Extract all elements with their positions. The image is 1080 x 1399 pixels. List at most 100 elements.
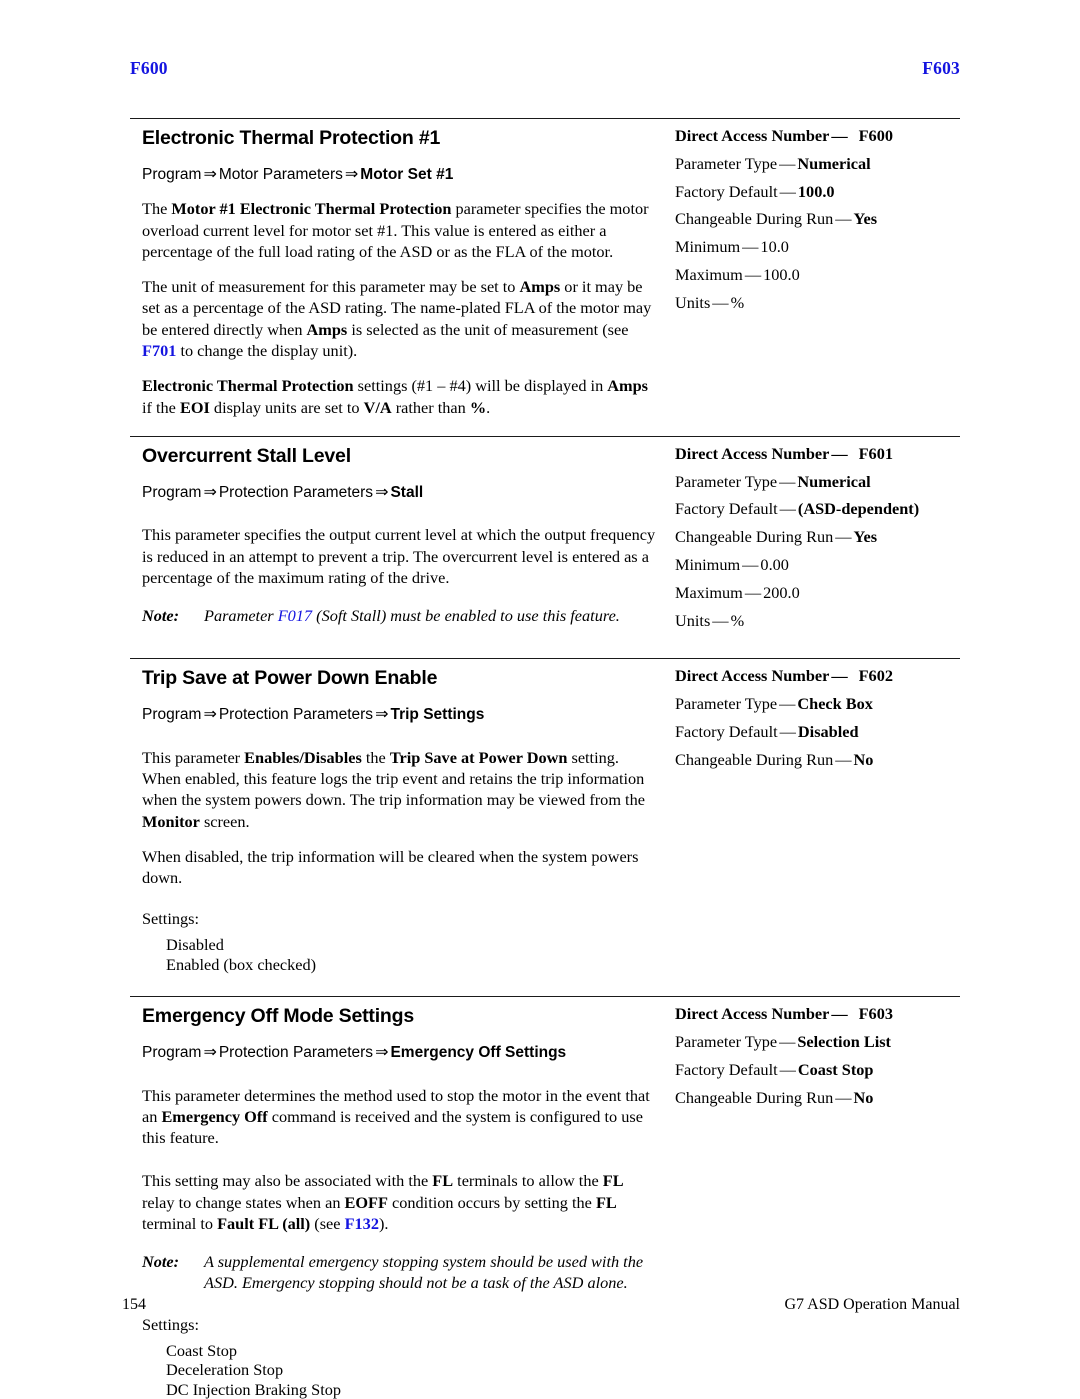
running-head-left-ref[interactable]: F600 xyxy=(130,58,168,79)
page-footer: 154 G7 ASD Operation Manual xyxy=(122,1296,960,1314)
spec-direct-access-number: Direct Access Number — F601 xyxy=(675,443,893,463)
spec-value: F601 xyxy=(858,443,893,463)
spec-key: Minimum xyxy=(675,237,741,257)
section-left-column: Overcurrent Stall Level Program ⇒ Protecti… xyxy=(130,437,658,626)
spec-key: Minimum xyxy=(675,555,741,574)
list-item: Enabled (box checked) xyxy=(166,954,317,974)
spec-row: Parameter Type — Check Box xyxy=(675,694,873,714)
spec-row: Maximum —200.0 xyxy=(675,582,800,602)
section-title: Trip Save at Power Down Enable xyxy=(142,667,438,690)
nav-arrow-icon: ⇒ xyxy=(203,1044,217,1062)
spec-value: Selection List xyxy=(797,1031,891,1051)
spec-key: Units xyxy=(675,292,711,312)
nav-last: Emergency Off Settings xyxy=(390,1044,567,1062)
spec-value: 100.0 xyxy=(763,264,800,284)
spec-direct-access-number: Direct Access Number — F600 xyxy=(675,126,893,145)
nav-arrow-icon: ⇒ xyxy=(375,483,389,501)
spec-value: F602 xyxy=(858,666,893,686)
nav-arrow-icon: ⇒ xyxy=(203,706,217,724)
paragraph: The unit of measurement for this paramet… xyxy=(142,277,652,361)
nav-arrow-icon: ⇒ xyxy=(375,1044,389,1062)
nav-middle: Protection Parameters xyxy=(218,1044,374,1062)
section-title: Emergency Off Mode Settings xyxy=(142,1005,414,1028)
paragraph: Electronic Thermal Protection settings (… xyxy=(142,376,649,417)
spec-key: Maximum xyxy=(675,582,743,602)
note-label: Note: xyxy=(142,1252,180,1272)
list-item: Deceleration Stop xyxy=(166,1360,284,1380)
section-electronic-thermal-protection: Electronic Thermal Protection #1 Program… xyxy=(130,118,960,436)
paragraph: When disabled, the trip information will… xyxy=(142,846,639,888)
list-item: Coast Stop xyxy=(166,1340,238,1360)
spec-value: % xyxy=(730,610,745,630)
spec-row: Parameter Type — Numerical xyxy=(675,153,871,173)
spec-value: Yes xyxy=(853,209,878,229)
section-spec-column: Direct Access Number — F600 Parameter Type… xyxy=(658,119,960,323)
spec-key: Units xyxy=(675,610,711,630)
spec-value: Numerical xyxy=(797,153,871,173)
nav-middle: Protection Parameters xyxy=(218,483,374,501)
spec-row: Units —% xyxy=(675,292,745,312)
spec-key: Parameter Type xyxy=(675,1031,778,1051)
manual-page: F600 F603 Electronic Thermal Protection … xyxy=(0,0,1080,1399)
spec-direct-access-number: Direct Access Number — F603 xyxy=(675,1004,893,1024)
footer-manual-title: G7 ASD Operation Manual xyxy=(784,1296,960,1313)
section-spec-column: Direct Access Number — F602 Parameter Type… xyxy=(658,659,960,779)
spec-key: Direct Access Number xyxy=(675,666,830,686)
cross-reference-link-f132[interactable]: F132 xyxy=(345,1214,379,1233)
section-title: Overcurrent Stall Level xyxy=(142,444,351,467)
spec-value: No xyxy=(853,749,874,769)
spec-key: Changeable During Run xyxy=(675,1087,834,1107)
nav-root: Program xyxy=(142,165,202,183)
nav-last: Trip Settings xyxy=(390,706,485,724)
spec-row: Parameter Type — Selection List xyxy=(675,1031,891,1051)
nav-arrow-icon: ⇒ xyxy=(203,165,217,183)
section-trip-save-at-power-down: Trip Save at Power Down Enable Program ⇒ P… xyxy=(130,658,960,996)
spec-value: Check Box xyxy=(797,694,873,714)
spec-row: Maximum —100.0 xyxy=(675,264,800,284)
section-title: Electronic Thermal Protection #1 xyxy=(142,127,441,149)
settings-label: Settings: xyxy=(142,1314,199,1334)
paragraph: This setting may also be associated with… xyxy=(142,1171,624,1233)
spec-row: Changeable During Run — No xyxy=(675,749,874,769)
section-emergency-off-mode-settings: Emergency Off Mode Settings Program ⇒ Prot… xyxy=(130,996,960,1399)
spec-key: Changeable During Run xyxy=(675,749,834,769)
spec-key: Direct Access Number xyxy=(675,443,830,463)
spec-row: Minimum —10.0 xyxy=(675,237,789,257)
navigation-path: Program ⇒ Motor Parameters ⇒ Motor Set #1 xyxy=(142,164,658,185)
nav-middle: Motor Parameters xyxy=(218,165,343,183)
spec-row: Changeable During Run — Yes xyxy=(675,527,878,547)
spec-row: Parameter Type — Numerical xyxy=(675,471,871,491)
spec-row: Units —% xyxy=(675,610,745,630)
section-spec-column: Direct Access Number — F601 Parameter Type… xyxy=(658,437,960,641)
spec-value: 100.0 xyxy=(797,181,835,201)
nav-arrow-icon: ⇒ xyxy=(203,483,217,501)
cross-reference-link-f701[interactable]: F701 xyxy=(142,341,176,360)
paragraph: This parameter Enables/Disables the Trip… xyxy=(142,747,645,831)
spec-value: F600 xyxy=(858,126,893,145)
spec-row: Factory Default — Disabled xyxy=(675,721,859,741)
nav-root: Program xyxy=(142,706,202,724)
list-item: DC Injection Braking Stop xyxy=(166,1379,342,1399)
spec-value: F603 xyxy=(858,1004,893,1024)
running-head-right-ref[interactable]: F603 xyxy=(922,58,960,79)
paragraph: This parameter specifies the output curr… xyxy=(142,525,656,587)
nav-last: Stall xyxy=(390,483,424,501)
navigation-path: Program ⇒ Protection Parameters ⇒ Stall xyxy=(142,482,658,503)
spec-row: Changeable During Run — Yes xyxy=(675,209,878,229)
section-overcurrent-stall-level: Overcurrent Stall Level Program ⇒ Protecti… xyxy=(130,435,960,659)
cross-reference-link-f017[interactable]: F017 xyxy=(278,606,312,625)
navigation-path: Program ⇒ Protection Parameters ⇒ Trip Setti… xyxy=(142,704,658,725)
spec-key: Parameter Type xyxy=(675,153,778,173)
spec-row: Factory Default —100.0 xyxy=(675,181,835,201)
spec-row: Factory Default — Coast Stop xyxy=(675,1059,874,1079)
footer-page-number: 154 xyxy=(122,1296,146,1313)
spec-key: Factory Default xyxy=(675,1059,778,1079)
spec-value: Coast Stop xyxy=(797,1059,874,1079)
spec-value: (ASD-dependent) xyxy=(797,499,920,519)
spec-value: Disabled xyxy=(797,721,859,741)
spec-key: Factory Default xyxy=(675,499,778,519)
paragraph: The Motor #1 Electronic Thermal Protecti… xyxy=(142,199,649,261)
nav-arrow-icon: ⇒ xyxy=(344,165,359,183)
spec-value: Numerical xyxy=(797,471,871,491)
note-text: Parameter F017 (Soft Stall) must be enab… xyxy=(204,606,620,626)
